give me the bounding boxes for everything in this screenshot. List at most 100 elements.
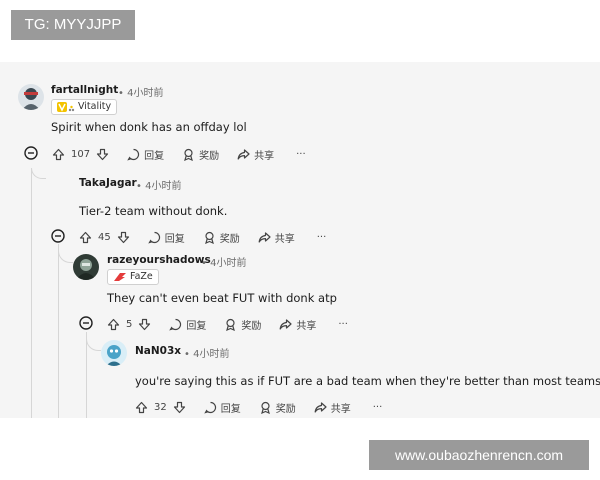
vote-count: 45 (98, 231, 111, 243)
faze-icon (114, 273, 126, 281)
upvote-icon (52, 148, 65, 160)
more-options-button[interactable]: ··· (373, 402, 383, 413)
username[interactable]: fartallnight (51, 84, 118, 96)
award-button[interactable]: 奖励 (259, 400, 296, 415)
share-label: 共享 (254, 150, 275, 162)
timestamp: • 4小时前 (136, 181, 182, 192)
more-options-button[interactable]: ··· (296, 149, 306, 160)
watermark-bottom: www.oubaozhenrencn.com (369, 440, 589, 470)
share-button[interactable]: 共享 (279, 317, 316, 332)
user-flair: Vitality (51, 99, 118, 115)
collapse-button[interactable] (79, 315, 93, 333)
upvote-icon (107, 318, 120, 330)
collapse-icon (24, 145, 38, 160)
upvote-button[interactable] (52, 148, 65, 161)
avatar-image (73, 254, 99, 280)
username[interactable]: razeyourshadows (107, 254, 211, 266)
comment-actions: 45 回复 奖励 共享 ··· (51, 228, 327, 246)
reply-label: 回复 (144, 150, 165, 162)
downvote-icon (173, 401, 185, 413)
avatar-image (101, 340, 127, 366)
award-label: 奖励 (199, 150, 220, 162)
downvote-icon (117, 231, 129, 243)
comment-text: They can't even beat FUT with donk atp (107, 291, 337, 305)
thread-branch (58, 244, 73, 263)
upvote-button[interactable] (107, 318, 120, 331)
share-button[interactable]: 共享 (258, 230, 295, 245)
share-icon (258, 231, 271, 243)
timestamp: • 4小时前 (118, 88, 164, 99)
vote-count: 32 (154, 401, 167, 413)
award-button[interactable]: 奖励 (224, 317, 261, 332)
share-icon (314, 401, 327, 413)
reply-icon (203, 401, 216, 413)
reply-label: 回复 (186, 320, 207, 332)
reply-button[interactable]: 回复 (127, 147, 164, 162)
comment-actions: 5 回复 奖励 共享 ··· (79, 315, 348, 333)
award-button[interactable]: 奖励 (203, 230, 240, 245)
upvote-icon (135, 401, 148, 413)
watermark-top: TG: MYYJJPP (11, 10, 135, 40)
comment-actions: 107 回复 奖励 共享 ··· (24, 145, 306, 163)
thread-line (31, 168, 32, 418)
upvote-button[interactable] (79, 231, 92, 244)
collapse-icon (79, 315, 93, 330)
comment-text: you're saying this as if FUT are a bad t… (135, 374, 600, 388)
downvote-button[interactable] (117, 231, 130, 244)
upvote-icon (79, 231, 92, 243)
comment-thread: fartallnight • 4小时前 Vitality Spirit when… (0, 62, 600, 418)
downvote-button[interactable] (138, 318, 151, 331)
award-icon (226, 318, 236, 331)
more-options-button[interactable]: ··· (317, 232, 327, 243)
flair-label: FaZe (130, 271, 153, 282)
downvote-icon (96, 148, 109, 160)
share-icon (237, 148, 250, 160)
collapse-button[interactable] (24, 145, 38, 163)
thread-branch (86, 332, 101, 351)
comment-text: Tier-2 team without donk. (79, 204, 228, 218)
avatar[interactable] (101, 340, 127, 366)
share-button[interactable]: 共享 (237, 147, 274, 162)
timestamp: • 4小时前 (201, 258, 247, 269)
reply-icon (127, 148, 140, 160)
timestamp: • 4小时前 (184, 349, 230, 360)
vote-count: 5 (126, 318, 133, 330)
share-label: 共享 (274, 233, 295, 245)
thread-branch (31, 168, 46, 179)
avatar[interactable] (18, 84, 44, 110)
downvote-button[interactable] (173, 401, 186, 414)
reply-button[interactable]: 回复 (147, 230, 185, 245)
collapse-icon (51, 228, 65, 243)
reply-label: 回复 (220, 403, 241, 415)
reply-icon (147, 231, 160, 243)
share-label: 共享 (330, 403, 351, 415)
collapse-button[interactable] (51, 228, 65, 246)
reply-label: 回复 (164, 233, 185, 245)
downvote-button[interactable] (96, 148, 109, 161)
avatar-image (18, 84, 44, 110)
award-label: 奖励 (241, 320, 262, 332)
share-icon (279, 318, 292, 330)
more-options-button[interactable]: ··· (338, 319, 348, 330)
award-button[interactable]: 奖励 (182, 147, 219, 162)
vote-count: 107 (71, 148, 91, 160)
share-button[interactable]: 共享 (314, 400, 351, 415)
user-flair: FaZe (107, 269, 159, 285)
username[interactable]: TakaJagar (79, 177, 137, 189)
award-label: 奖励 (275, 403, 296, 415)
award-icon (260, 401, 270, 414)
comment-actions: 32 回复 奖励 共享 ··· (135, 399, 382, 415)
thread-line (58, 244, 59, 418)
vitality-icon (57, 102, 75, 112)
reply-icon (169, 318, 182, 330)
username[interactable]: NaN03x (135, 345, 181, 357)
reply-button[interactable]: 回复 (169, 317, 206, 332)
award-icon (204, 231, 214, 244)
upvote-button[interactable] (135, 401, 148, 414)
avatar[interactable] (73, 254, 99, 280)
award-label: 奖励 (219, 233, 240, 245)
flair-label: Vitality (78, 101, 112, 112)
reply-button[interactable]: 回复 (203, 400, 241, 415)
comment-text: Spirit when donk has an offday lol (51, 120, 247, 134)
downvote-icon (139, 318, 151, 330)
